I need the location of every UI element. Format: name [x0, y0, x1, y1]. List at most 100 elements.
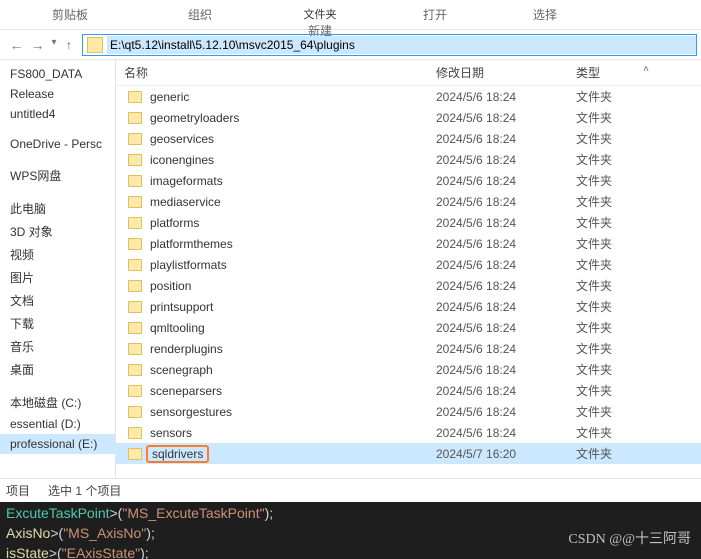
file-name: position: [150, 279, 191, 293]
file-name: mediaservice: [150, 195, 221, 209]
file-name: sqldrivers: [146, 445, 209, 463]
file-name: geoservices: [150, 132, 214, 146]
file-name: qmltooling: [150, 321, 205, 335]
nav-row: ← → ▾ ↑ E:\qt5.12\install\5.12.10\msvc20…: [0, 30, 701, 60]
table-row[interactable]: imageformats2024/5/6 18:24文件夹: [116, 170, 701, 191]
up-button[interactable]: ↑: [66, 38, 72, 52]
tree-item[interactable]: FS800_DATA: [0, 64, 115, 84]
folder-icon: [128, 406, 142, 418]
table-row[interactable]: position 2024/5/6 18:24文件夹: [116, 275, 701, 296]
column-name[interactable]: 名称: [116, 64, 436, 81]
file-date: 2024/5/6 18:24: [436, 111, 576, 125]
file-date: 2024/5/6 18:24: [436, 174, 576, 188]
column-date[interactable]: 修改日期: [436, 64, 576, 81]
table-row[interactable]: geometryloaders2024/5/6 18:24文件夹: [116, 107, 701, 128]
file-date: 2024/5/6 18:24: [436, 426, 576, 440]
file-date: 2024/5/7 16:20: [436, 447, 576, 461]
status-selected: 选中 1 个项目: [48, 482, 121, 499]
ribbon-group-organize: 组织: [140, 0, 260, 27]
file-name: sceneparsers: [150, 384, 222, 398]
folder-icon: [128, 238, 142, 250]
status-items: 项目: [6, 482, 30, 499]
folder-icon: [128, 217, 142, 229]
table-row[interactable]: playlistformats2024/5/6 18:24文件夹: [116, 254, 701, 275]
file-type: 文件夹: [576, 382, 656, 399]
folder-icon: [128, 364, 142, 376]
file-date: 2024/5/6 18:24: [436, 363, 576, 377]
nav-tree[interactable]: FS800_DATAReleaseuntitled4 OneDrive - Per…: [0, 60, 116, 478]
ribbon-group-clipboard: 剪贴板: [0, 0, 140, 27]
file-name: platformthemes: [150, 237, 233, 251]
table-row[interactable]: mediaservice2024/5/6 18:24文件夹: [116, 191, 701, 212]
folder-icon: [128, 154, 142, 166]
table-row[interactable]: platforms2024/5/6 18:24文件夹: [116, 212, 701, 233]
folder-icon: [128, 175, 142, 187]
tree-item[interactable]: OneDrive - Persc: [0, 134, 115, 154]
recent-dropdown[interactable]: ▾: [51, 37, 56, 53]
file-date: 2024/5/6 18:24: [436, 384, 576, 398]
file-type: 文件夹: [576, 88, 656, 105]
file-date: 2024/5/6 18:24: [436, 258, 576, 272]
folder-icon: [87, 37, 103, 53]
file-date: 2024/5/6 18:24: [436, 300, 576, 314]
table-row[interactable]: qmltooling2024/5/6 18:24文件夹: [116, 317, 701, 338]
file-type: 文件夹: [576, 277, 656, 294]
forward-button[interactable]: →: [30, 37, 44, 53]
tree-item[interactable]: 本地磁盘 (C:): [0, 391, 115, 414]
file-date: 2024/5/6 18:24: [436, 342, 576, 356]
tree-item[interactable]: 桌面: [0, 358, 115, 381]
folder-icon: [128, 322, 142, 334]
tree-item[interactable]: 视频: [0, 243, 115, 266]
file-type: 文件夹: [576, 235, 656, 252]
folder-icon: [128, 133, 142, 145]
back-button[interactable]: ←: [9, 37, 23, 53]
file-name: iconengines: [150, 153, 214, 167]
tree-item[interactable]: Release: [0, 84, 115, 104]
watermark: CSDN @@十三阿哥: [568, 531, 691, 549]
tree-item[interactable]: 下载: [0, 312, 115, 335]
file-name: renderplugins: [150, 342, 223, 356]
file-name: scenegraph: [150, 363, 213, 377]
ribbon-group-open: 打开: [380, 0, 490, 27]
tree-item[interactable]: 3D 对象: [0, 220, 115, 243]
table-row[interactable]: geoservices 2024/5/6 18:24文件夹: [116, 128, 701, 149]
table-row[interactable]: scenegraph2024/5/6 18:24文件夹: [116, 359, 701, 380]
ribbon-group-select: 选择: [490, 0, 600, 27]
file-name: printsupport: [150, 300, 213, 314]
file-type: 文件夹: [576, 256, 656, 273]
file-date: 2024/5/6 18:24: [436, 132, 576, 146]
file-date: 2024/5/6 18:24: [436, 279, 576, 293]
folder-icon: [128, 280, 142, 292]
table-row[interactable]: sqldrivers2024/5/7 16:20文件夹: [116, 443, 701, 464]
table-row[interactable]: sensors2024/5/6 18:24文件夹: [116, 422, 701, 443]
address-bar[interactable]: E:\qt5.12\install\5.12.10\msvc2015_64\pl…: [82, 34, 697, 56]
table-row[interactable]: printsupport2024/5/6 18:24文件夹: [116, 296, 701, 317]
file-date: 2024/5/6 18:24: [436, 216, 576, 230]
file-type: 文件夹: [576, 424, 656, 441]
file-date: 2024/5/6 18:24: [436, 153, 576, 167]
tree-item[interactable]: untitled4: [0, 104, 115, 124]
status-bar: 项目 选中 1 个项目: [0, 478, 701, 502]
table-row[interactable]: sensorgestures2024/5/6 18:24文件夹: [116, 401, 701, 422]
tree-item[interactable]: 音乐: [0, 335, 115, 358]
list-body: generic2024/5/6 18:24文件夹geometryloaders2…: [116, 86, 701, 464]
tree-item[interactable]: WPS网盘: [0, 164, 115, 187]
nav-arrows: ← → ▾: [0, 37, 60, 53]
file-date: 2024/5/6 18:24: [436, 237, 576, 251]
file-type: 文件夹: [576, 193, 656, 210]
table-row[interactable]: iconengines2024/5/6 18:24文件夹: [116, 149, 701, 170]
file-type: 文件夹: [576, 319, 656, 336]
file-type: 文件夹: [576, 130, 656, 147]
tree-item[interactable]: professional (E:): [0, 434, 115, 454]
tree-item[interactable]: 图片: [0, 266, 115, 289]
tree-item[interactable]: essential (D:): [0, 414, 115, 434]
folder-icon: [128, 91, 142, 103]
sort-indicator-icon: ˄: [643, 64, 649, 75]
table-row[interactable]: generic2024/5/6 18:24文件夹: [116, 86, 701, 107]
tree-item[interactable]: 文档: [0, 289, 115, 312]
tree-item[interactable]: 此电脑: [0, 197, 115, 220]
address-text[interactable]: E:\qt5.12\install\5.12.10\msvc2015_64\pl…: [107, 36, 696, 54]
table-row[interactable]: sceneparsers 2024/5/6 18:24文件夹: [116, 380, 701, 401]
table-row[interactable]: renderplugins2024/5/6 18:24文件夹: [116, 338, 701, 359]
table-row[interactable]: platformthemes 2024/5/6 18:24文件夹: [116, 233, 701, 254]
